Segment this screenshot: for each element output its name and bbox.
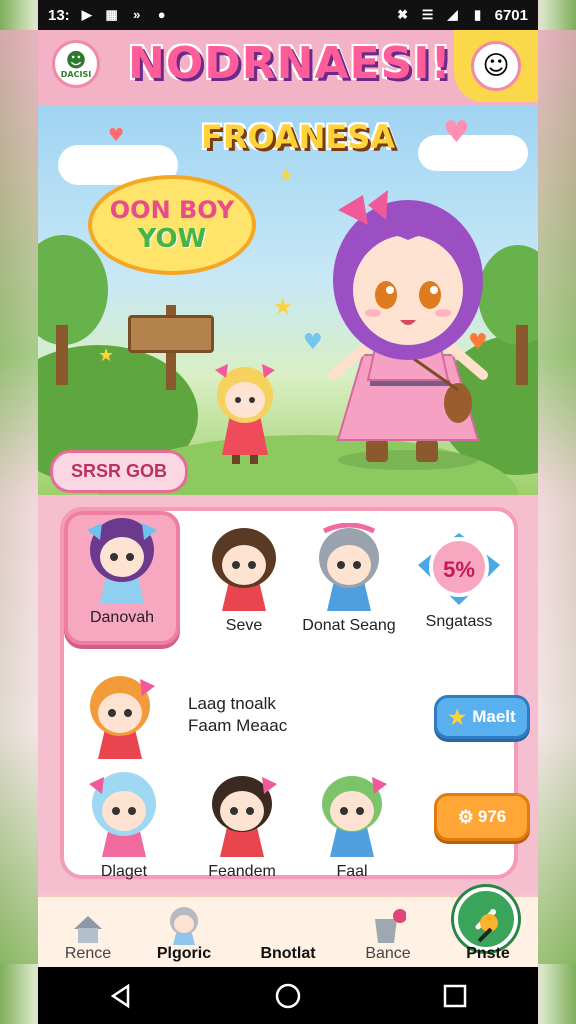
- nav-label: Pnste: [466, 945, 510, 962]
- avatar: ☺: [471, 41, 521, 91]
- cloud: [418, 135, 528, 171]
- back-icon[interactable]: [108, 983, 134, 1009]
- system-navigation-bar: [38, 967, 538, 1024]
- list-item-line-2: Faam Meaac: [188, 716, 288, 735]
- currency-button[interactable]: ⚙ 976: [434, 793, 530, 841]
- recents-icon[interactable]: [442, 983, 468, 1009]
- profile-badge[interactable]: ☻ DACISI: [52, 40, 100, 88]
- media-play-icon: ▶: [81, 7, 92, 22]
- house-icon: [74, 916, 102, 943]
- character-name: Donat Seang: [302, 617, 396, 634]
- character-card-feandem[interactable]: Feandem: [192, 769, 292, 881]
- background-blur-left: [0, 30, 40, 964]
- character-portrait: [90, 676, 155, 759]
- chibi-icon: [170, 907, 198, 945]
- list-item-line-1: Laag tnoalk: [188, 694, 276, 713]
- phone-screen: 13: ▶ ▦ » ● ✖ ☰ ◢ ▮ 6701 OON BOY YOW ♥ ★…: [38, 0, 538, 1024]
- nav-pnste[interactable]: Pnste: [438, 897, 538, 969]
- character-panel-area: Danovah Seve Donat Seang 5% Sngatass Laa…: [38, 495, 538, 895]
- list-item-text: Laag tnoalk Faam Meaac: [188, 693, 287, 737]
- discount-value: 5%: [443, 557, 475, 582]
- nav-characters[interactable]: Plgoric: [134, 897, 234, 969]
- home-icon[interactable]: [274, 982, 302, 1010]
- character-name: Danovah: [89, 609, 155, 626]
- nav-label: Plgoric: [156, 945, 212, 962]
- background-blur-right: [536, 30, 576, 964]
- tree-trunk: [516, 325, 528, 385]
- chibi-face-icon: ☻: [65, 47, 87, 72]
- paint-icon: [477, 914, 498, 943]
- status-time: 13:: [48, 6, 70, 24]
- select-button-label: Maelt: [472, 707, 516, 726]
- nav-label: Bnotlat: [260, 945, 316, 962]
- heart-icon: ♥: [443, 115, 470, 150]
- character-card-donat-seang[interactable]: Donat Seang: [294, 523, 404, 635]
- profile-badge-text: DACISI: [60, 69, 92, 79]
- select-button[interactable]: ★ Maelt: [434, 695, 530, 739]
- gallery-icon: ▦: [105, 7, 118, 22]
- scene-label[interactable]: SRSR GOB: [50, 450, 189, 493]
- star-icon: ★: [98, 345, 115, 366]
- notification-icon: ●: [157, 7, 166, 22]
- character-name: Faal: [336, 863, 368, 880]
- character-panel: Danovah Seve Donat Seang 5% Sngatass Laa…: [60, 507, 530, 881]
- nav-label: Bance: [365, 945, 411, 962]
- battery-level: 6701: [494, 6, 528, 24]
- character-portrait: [322, 776, 387, 857]
- bubble-text-1: OON BOY: [109, 196, 235, 224]
- mute-icon: ✖: [397, 7, 409, 22]
- character-name: Seve: [225, 617, 263, 634]
- nav-label: Rence: [64, 945, 112, 962]
- bottom-navigation: Rence Plgoric Bnotlat Bance Pnste: [38, 887, 538, 969]
- status-bar: 13: ▶ ▦ » ● ✖ ☰ ◢ ▮ 6701: [38, 0, 538, 30]
- game-subtitle: FROANESA: [200, 118, 396, 156]
- heart-icon: ♥: [108, 125, 125, 146]
- character-portrait: [87, 518, 157, 603]
- character-portrait: [89, 772, 156, 857]
- bucket-icon: [375, 909, 406, 943]
- star-icon: ★: [278, 165, 295, 186]
- signal-icon: ◢: [447, 7, 458, 22]
- game-title: NODRNAESI!: [128, 38, 452, 89]
- character-card-faal[interactable]: Faal: [302, 769, 402, 881]
- user-avatar-corner[interactable]: ☺: [454, 30, 538, 102]
- battery-icon: ▮: [474, 7, 482, 22]
- bubble-text-2: YOW: [137, 224, 207, 254]
- character-portrait: [319, 523, 379, 611]
- nav-create[interactable]: Bnotlat: [238, 887, 518, 969]
- list-item-portrait[interactable]: [70, 671, 170, 761]
- currency-value: 976: [477, 807, 507, 826]
- star-icon: ★: [273, 295, 293, 320]
- speech-bubble: OON BOY YOW: [88, 175, 256, 275]
- tree-trunk: [56, 325, 68, 385]
- main-character-girl[interactable]: [318, 185, 498, 475]
- game-scene: OON BOY YOW ♥ ★ ★ ♥ ♥ ♥ ★ SRSR GOB: [38, 105, 538, 495]
- character-name: Sngatass: [425, 613, 493, 630]
- character-card-sngatass[interactable]: 5% Sngatass: [409, 529, 509, 631]
- character-name: Feandem: [208, 863, 276, 880]
- character-name: Dlaget: [100, 863, 148, 880]
- character-card-dlaget[interactable]: Dlaget: [74, 769, 174, 881]
- character-portrait: [212, 776, 277, 857]
- character-card-seve[interactable]: Seve: [194, 523, 294, 635]
- small-character-girl[interactable]: [210, 360, 280, 470]
- gear-icon: ⚙: [457, 806, 474, 827]
- sign-board: [128, 315, 214, 353]
- character-card-danovah[interactable]: Danovah: [64, 511, 180, 645]
- character-portrait: [212, 528, 276, 611]
- star-icon: ★: [448, 706, 467, 729]
- nav-bance[interactable]: Bance: [338, 897, 438, 969]
- nav-home[interactable]: Rence: [38, 897, 138, 969]
- cast-icon: »: [133, 7, 141, 22]
- tree-crown: [38, 235, 108, 345]
- wifi-icon: ☰: [421, 7, 434, 22]
